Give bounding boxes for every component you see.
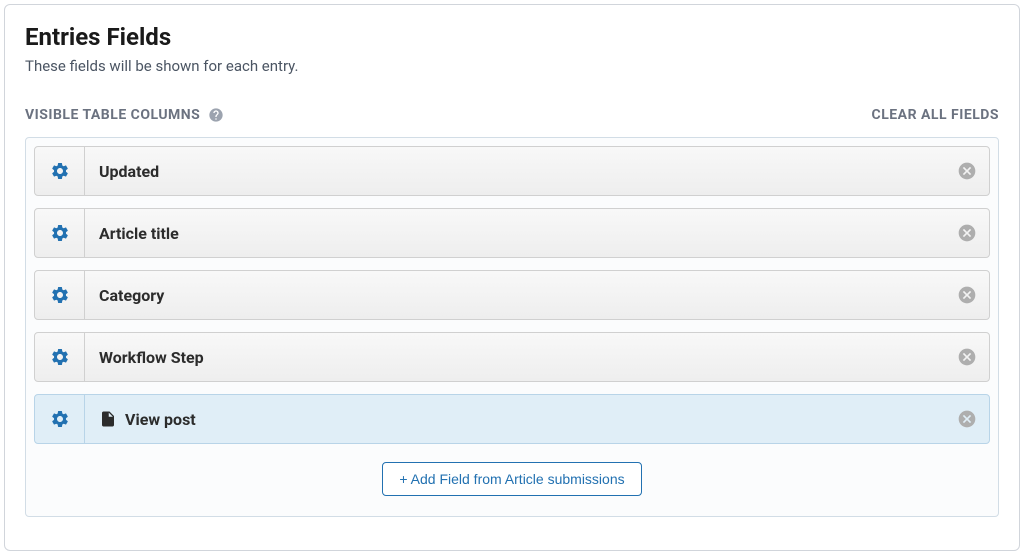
help-icon[interactable]: [208, 107, 224, 123]
remove-field-button[interactable]: [945, 395, 989, 443]
gear-icon: [50, 409, 70, 429]
field-label: Category: [99, 286, 164, 305]
close-icon: [957, 223, 977, 243]
field-label-cell: Article title: [85, 224, 945, 243]
field-settings-button[interactable]: [35, 395, 85, 443]
remove-field-button[interactable]: [945, 333, 989, 381]
field-row[interactable]: View post: [34, 394, 990, 444]
field-label: Updated: [99, 162, 159, 181]
columns-header: VISIBLE TABLE COLUMNS CLEAR ALL FIELDS: [25, 107, 999, 123]
field-label-cell: Workflow Step: [85, 348, 945, 367]
add-field-button[interactable]: + Add Field from Article submissions: [382, 462, 641, 496]
field-label: Article title: [99, 224, 179, 243]
field-settings-button[interactable]: [35, 333, 85, 381]
add-field-wrapper: + Add Field from Article submissions: [34, 462, 990, 496]
field-row[interactable]: Updated: [34, 146, 990, 196]
field-settings-button[interactable]: [35, 209, 85, 257]
close-icon: [957, 347, 977, 367]
close-icon: [957, 285, 977, 305]
visible-columns-label: VISIBLE TABLE COLUMNS: [25, 107, 200, 123]
gear-icon: [50, 285, 70, 305]
page-title: Entries Fields: [25, 23, 999, 51]
document-icon: [99, 410, 117, 428]
page-subtitle: These fields will be shown for each entr…: [25, 57, 999, 75]
field-settings-button[interactable]: [35, 271, 85, 319]
fields-container: Updated Article title: [25, 137, 999, 517]
field-row[interactable]: Workflow Step: [34, 332, 990, 382]
gear-icon: [50, 347, 70, 367]
remove-field-button[interactable]: [945, 209, 989, 257]
gear-icon: [50, 223, 70, 243]
field-row[interactable]: Article title: [34, 208, 990, 258]
remove-field-button[interactable]: [945, 147, 989, 195]
field-label: Workflow Step: [99, 348, 204, 367]
field-row[interactable]: Category: [34, 270, 990, 320]
field-label-cell: Updated: [85, 162, 945, 181]
field-label-cell: View post: [85, 410, 945, 429]
field-settings-button[interactable]: [35, 147, 85, 195]
close-icon: [957, 409, 977, 429]
field-label: View post: [125, 410, 196, 429]
columns-header-left: VISIBLE TABLE COLUMNS: [25, 107, 224, 123]
clear-all-button[interactable]: CLEAR ALL FIELDS: [872, 107, 999, 123]
field-label-cell: Category: [85, 286, 945, 305]
gear-icon: [50, 161, 70, 181]
entries-fields-panel: Entries Fields These fields will be show…: [4, 4, 1020, 551]
close-icon: [957, 161, 977, 181]
remove-field-button[interactable]: [945, 271, 989, 319]
